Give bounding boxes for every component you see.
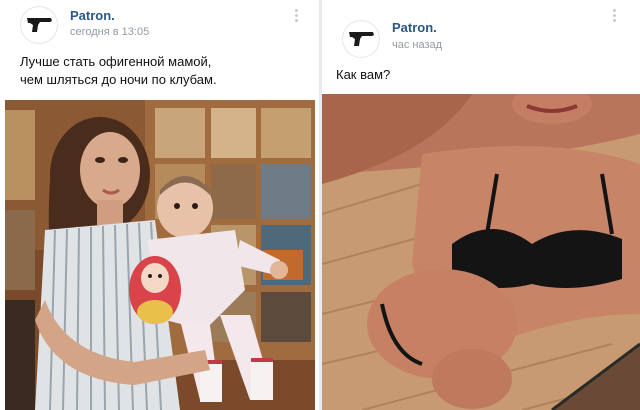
post-left: Patron. сегодня в 13:05 Лучше стать офиг… [0,0,320,410]
author-name[interactable]: Patron. [70,8,115,23]
post-time[interactable]: час назад [392,39,442,51]
post-header: Patron. сегодня в 13:05 [0,0,320,46]
post-text-line: Лучше стать офигенной мамой, [20,54,212,69]
post-text-line: чем шляться до ночи по клубам. [20,72,217,87]
photo-mother-baby [5,100,315,410]
more-vertical-icon[interactable] [294,9,300,25]
post-text: Лучше стать офигенной мамой, чем шляться… [20,53,300,89]
post-photo[interactable] [322,94,640,410]
post-text: Как вам? [336,67,391,82]
post-right: Patron. час назад Как вам? [322,0,640,410]
post-header: Patron. час назад [322,0,640,58]
avatar[interactable] [20,6,58,44]
avatar[interactable] [342,20,380,58]
pistol-icon [349,32,374,46]
pistol-icon [27,18,52,32]
author-name[interactable]: Patron. [392,20,437,35]
post-time[interactable]: сегодня в 13:05 [70,26,149,38]
more-vertical-icon[interactable] [612,9,618,25]
post-photo[interactable] [5,100,315,410]
photo-selfie [322,94,640,410]
